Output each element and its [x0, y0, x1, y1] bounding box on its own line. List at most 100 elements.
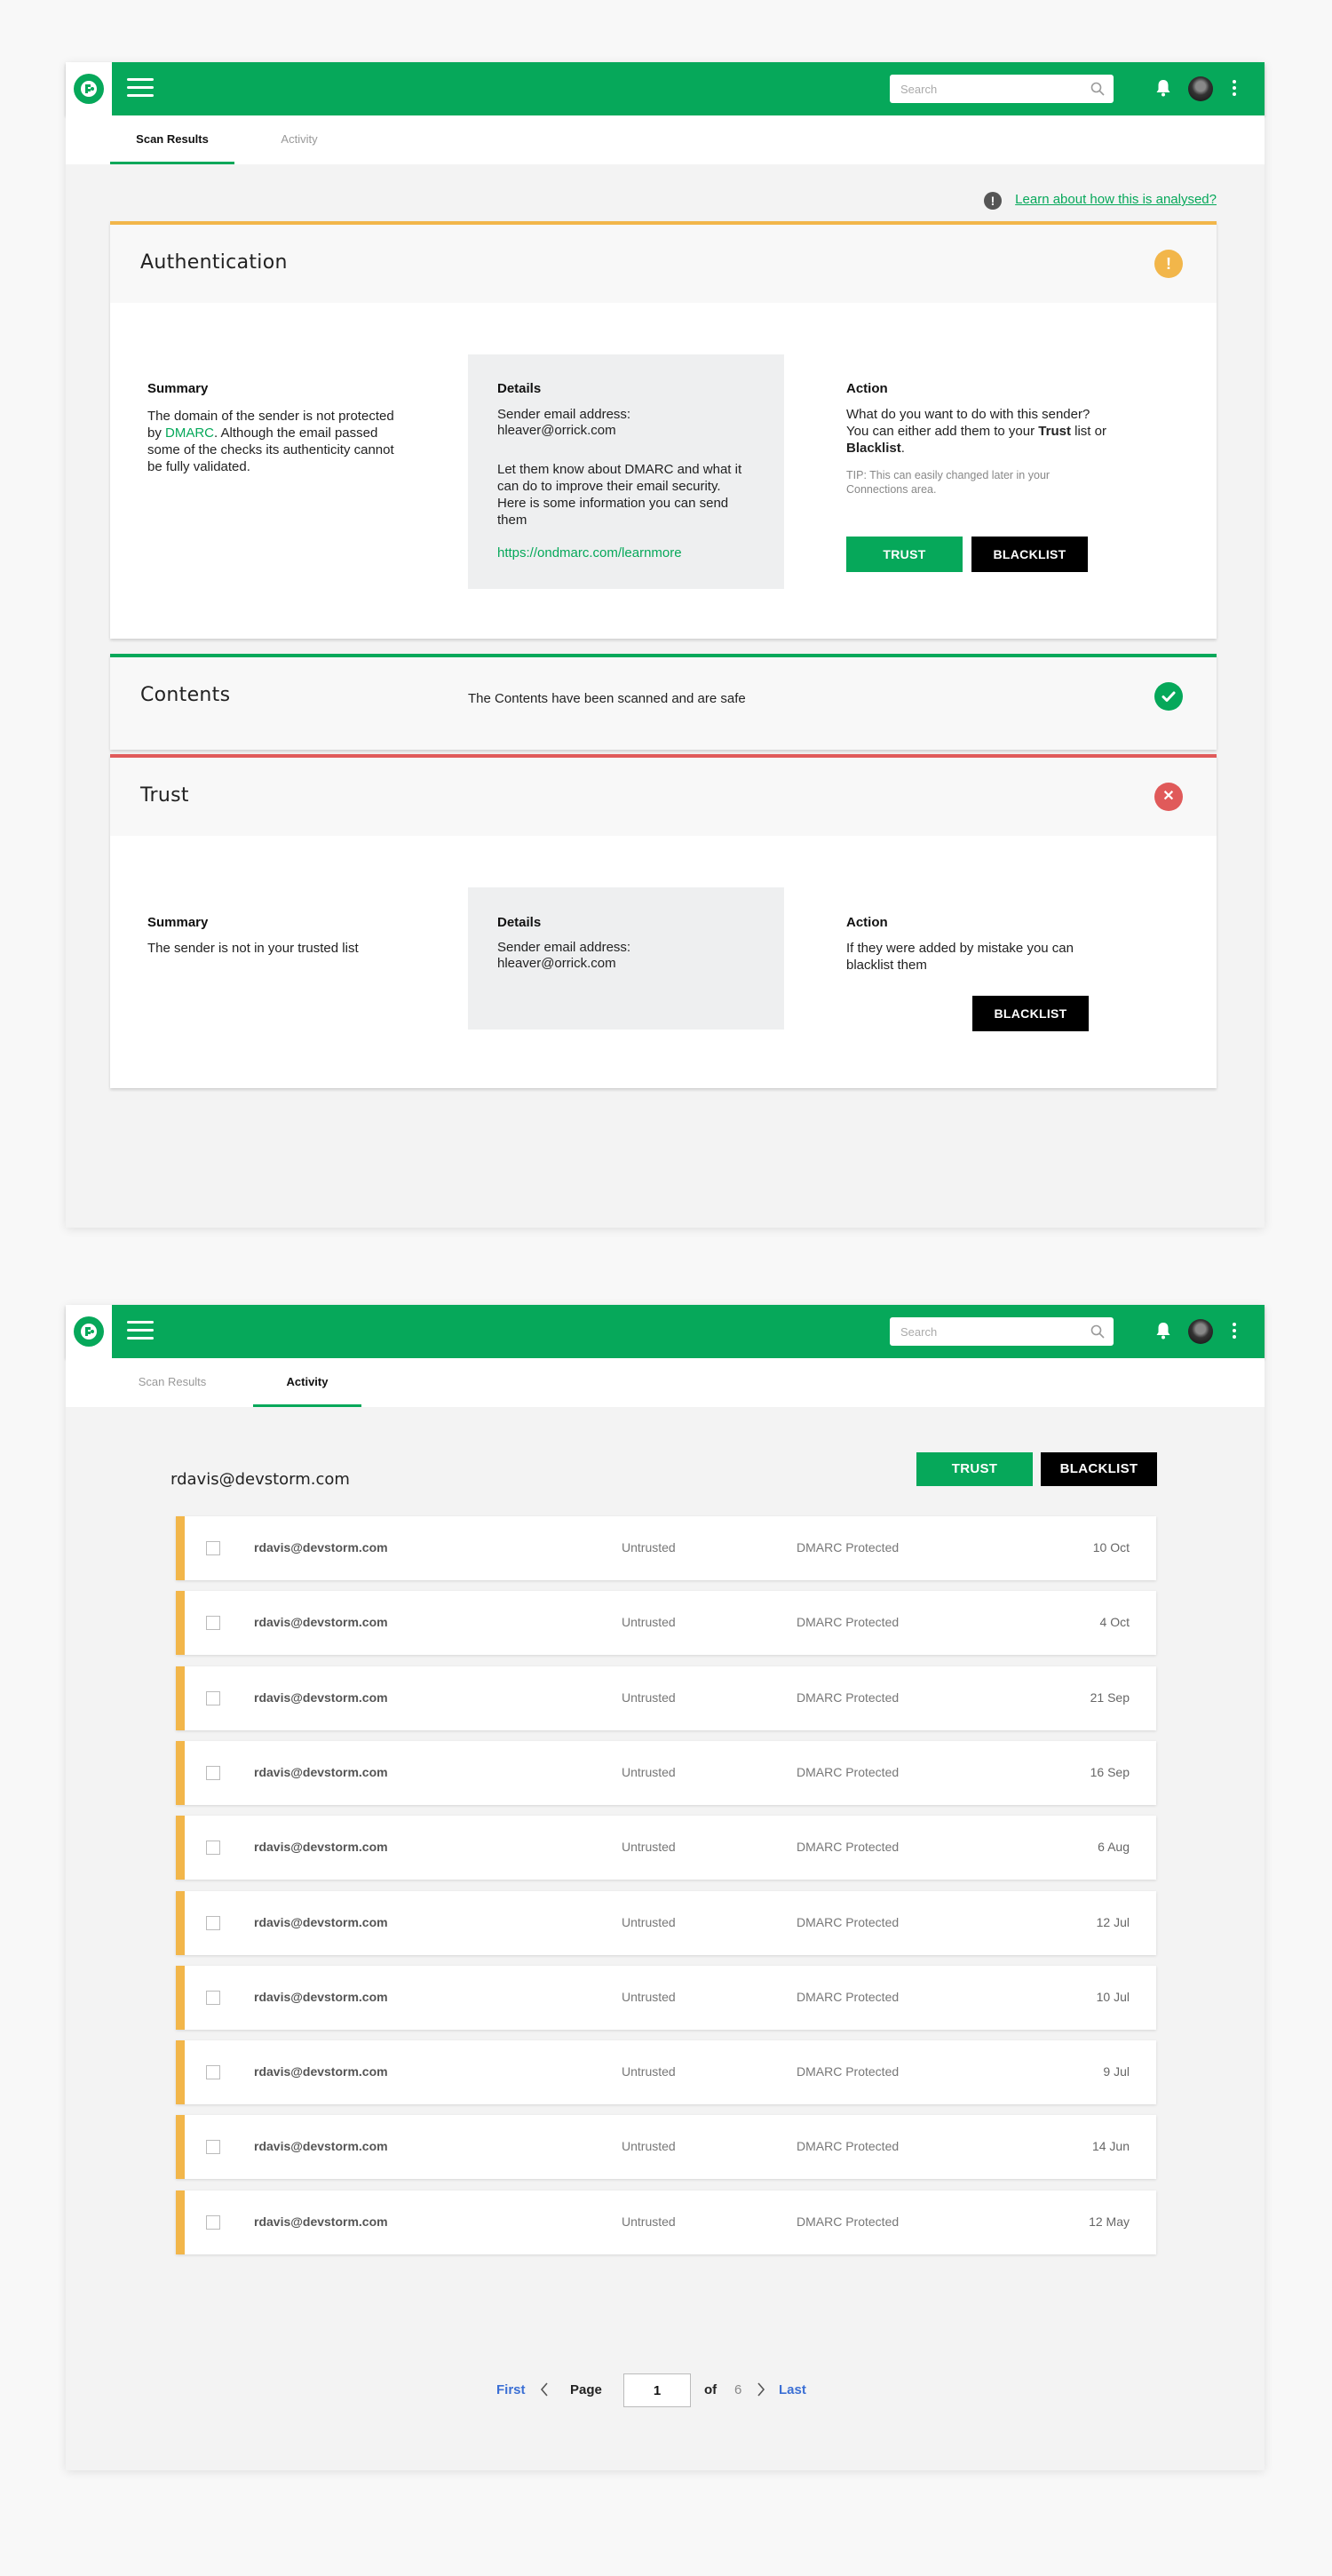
- row-status: Untrusted: [622, 2214, 676, 2229]
- list-item[interactable]: rdavis@devstorm.com Untrusted DMARC Protec…: [176, 1740, 1156, 1805]
- row-checkbox[interactable]: [206, 1690, 220, 1705]
- logo-icon: [74, 74, 104, 104]
- row-status: Untrusted: [622, 1540, 676, 1554]
- summary-text: The sender is not in your trusted list: [147, 941, 359, 956]
- row-date: 6 Aug: [1098, 1840, 1130, 1855]
- sender-title: rdavis@devstorm.com: [170, 1470, 350, 1489]
- bell-icon[interactable]: [1155, 78, 1171, 98]
- list-item[interactable]: rdavis@devstorm.com Untrusted DMARC Protec…: [176, 2040, 1156, 2105]
- details-text: Let them know about DMARC and what it ca…: [497, 462, 742, 528]
- row-date: 9 Jul: [1103, 2064, 1130, 2079]
- avatar[interactable]: [1188, 76, 1213, 101]
- row-email: rdavis@devstorm.com: [254, 1764, 388, 1779]
- row-status: Untrusted: [622, 1764, 676, 1779]
- last-page-link[interactable]: Last: [779, 2382, 806, 2397]
- logo[interactable]: [66, 1305, 112, 1358]
- hamburger-icon[interactable]: [127, 78, 155, 99]
- row-protection: DMARC Protected: [797, 1615, 900, 1630]
- search-icon[interactable]: [1090, 82, 1105, 96]
- action-heading: Action: [846, 915, 888, 930]
- list-item[interactable]: rdavis@devstorm.com Untrusted DMARC Protec…: [176, 1965, 1156, 2030]
- details-heading: Details: [497, 915, 542, 930]
- tab-scan-results[interactable]: Scan Results: [110, 115, 234, 164]
- logo[interactable]: [66, 62, 112, 115]
- authentication-card: Authentication ! Summary The domain of t…: [110, 221, 1217, 639]
- row-status: Untrusted: [622, 1840, 676, 1855]
- scan-results-screen: Scan Results Activity ! Learn about how …: [66, 62, 1265, 1228]
- trust-button[interactable]: TRUST: [846, 537, 963, 572]
- dmarc-link[interactable]: DMARC: [165, 425, 214, 441]
- list-item[interactable]: rdavis@devstorm.com Untrusted DMARC Protec…: [176, 1516, 1156, 1580]
- learnmore-link[interactable]: https://ondmarc.com/learnmore: [497, 545, 755, 561]
- list-item[interactable]: rdavis@devstorm.com Untrusted DMARC Protec…: [176, 2190, 1156, 2254]
- kebab-icon[interactable]: [1232, 1323, 1237, 1340]
- action-heading: Action: [846, 381, 888, 396]
- row-protection: DMARC Protected: [797, 1764, 900, 1779]
- first-page-link[interactable]: First: [496, 2382, 526, 2397]
- row-email: rdavis@devstorm.com: [254, 1914, 388, 1929]
- row-checkbox[interactable]: [206, 2214, 220, 2230]
- row-email: rdavis@devstorm.com: [254, 1690, 388, 1705]
- contents-card[interactable]: Contents The Contents have been scanned …: [110, 654, 1217, 750]
- avatar[interactable]: [1188, 1319, 1213, 1344]
- warning-icon: !: [1154, 250, 1183, 278]
- pagination: First Page of 6 Last: [66, 2373, 1265, 2407]
- row-status: Untrusted: [622, 1690, 676, 1705]
- blacklist-button[interactable]: BLACKLIST: [1041, 1452, 1157, 1486]
- action-text: What do you want to do with this sender?…: [846, 407, 1106, 456]
- row-checkbox[interactable]: [206, 1915, 220, 1930]
- hamburger-icon[interactable]: [127, 1321, 155, 1342]
- search-input[interactable]: [890, 1317, 1076, 1346]
- authentication-header[interactable]: Authentication !: [110, 225, 1217, 303]
- search-icon[interactable]: [1090, 1324, 1105, 1339]
- bell-icon[interactable]: [1155, 1321, 1171, 1340]
- kebab-icon[interactable]: [1232, 80, 1237, 98]
- search-input[interactable]: [890, 75, 1076, 103]
- tab-activity[interactable]: Activity: [245, 115, 353, 164]
- row-checkbox[interactable]: [206, 2065, 220, 2080]
- top-bar: [66, 62, 1265, 115]
- tab-activity[interactable]: Activity: [253, 1358, 361, 1407]
- list-item[interactable]: rdavis@devstorm.com Untrusted DMARC Protec…: [176, 2115, 1156, 2180]
- row-protection: DMARC Protected: [797, 1989, 900, 2004]
- row-protection: DMARC Protected: [797, 2214, 900, 2229]
- row-checkbox[interactable]: [206, 2140, 220, 2155]
- row-date: 4 Oct: [1099, 1615, 1130, 1630]
- row-checkbox[interactable]: [206, 1765, 220, 1780]
- row-protection: DMARC Protected: [797, 1840, 900, 1855]
- row-email: rdavis@devstorm.com: [254, 1615, 388, 1630]
- row-date: 12 Jul: [1096, 1914, 1130, 1929]
- list-item[interactable]: rdavis@devstorm.com Untrusted DMARC Protec…: [176, 1666, 1156, 1730]
- contents-title: Contents: [140, 684, 231, 706]
- row-checkbox[interactable]: [206, 1541, 220, 1555]
- sender-email: hleaver@orrick.com: [497, 956, 616, 971]
- details-box: Details Sender email address: hleaver@or…: [468, 887, 784, 1030]
- trust-card: Trust ✕ Summary The sender is not in you…: [110, 754, 1217, 1088]
- trust-header[interactable]: Trust ✕: [110, 758, 1217, 836]
- blacklist-button[interactable]: BLACKLIST: [972, 996, 1089, 1031]
- tab-scan-results[interactable]: Scan Results: [110, 1358, 234, 1407]
- summary-heading: Summary: [147, 915, 209, 930]
- row-email: rdavis@devstorm.com: [254, 1840, 388, 1855]
- page-input[interactable]: [623, 2373, 691, 2407]
- row-email: rdavis@devstorm.com: [254, 2214, 388, 2229]
- learn-link[interactable]: Learn about how this is analysed?: [1015, 192, 1217, 207]
- row-protection: DMARC Protected: [797, 1540, 900, 1554]
- blacklist-button[interactable]: BLACKLIST: [971, 537, 1088, 572]
- list-item[interactable]: rdavis@devstorm.com Untrusted DMARC Protec…: [176, 1816, 1156, 1880]
- chevron-left-icon[interactable]: [539, 2381, 550, 2398]
- row-checkbox[interactable]: [206, 1990, 220, 2005]
- check-icon: [1154, 682, 1183, 711]
- search-box: [890, 1317, 1114, 1346]
- row-date: 12 May: [1089, 2214, 1130, 2229]
- top-bar: [66, 1305, 1265, 1358]
- list-item[interactable]: rdavis@devstorm.com Untrusted DMARC Protec…: [176, 1591, 1156, 1656]
- trust-button[interactable]: TRUST: [916, 1452, 1033, 1486]
- row-date: 14 Jun: [1091, 2139, 1130, 2154]
- row-checkbox[interactable]: [206, 1841, 220, 1856]
- activity-screen: Scan Results Activity rdavis@devstorm.co…: [66, 1305, 1265, 2470]
- row-date: 10 Oct: [1092, 1540, 1130, 1554]
- list-item[interactable]: rdavis@devstorm.com Untrusted DMARC Protec…: [176, 1890, 1156, 1955]
- chevron-right-icon[interactable]: [756, 2381, 766, 2398]
- row-checkbox[interactable]: [206, 1616, 220, 1631]
